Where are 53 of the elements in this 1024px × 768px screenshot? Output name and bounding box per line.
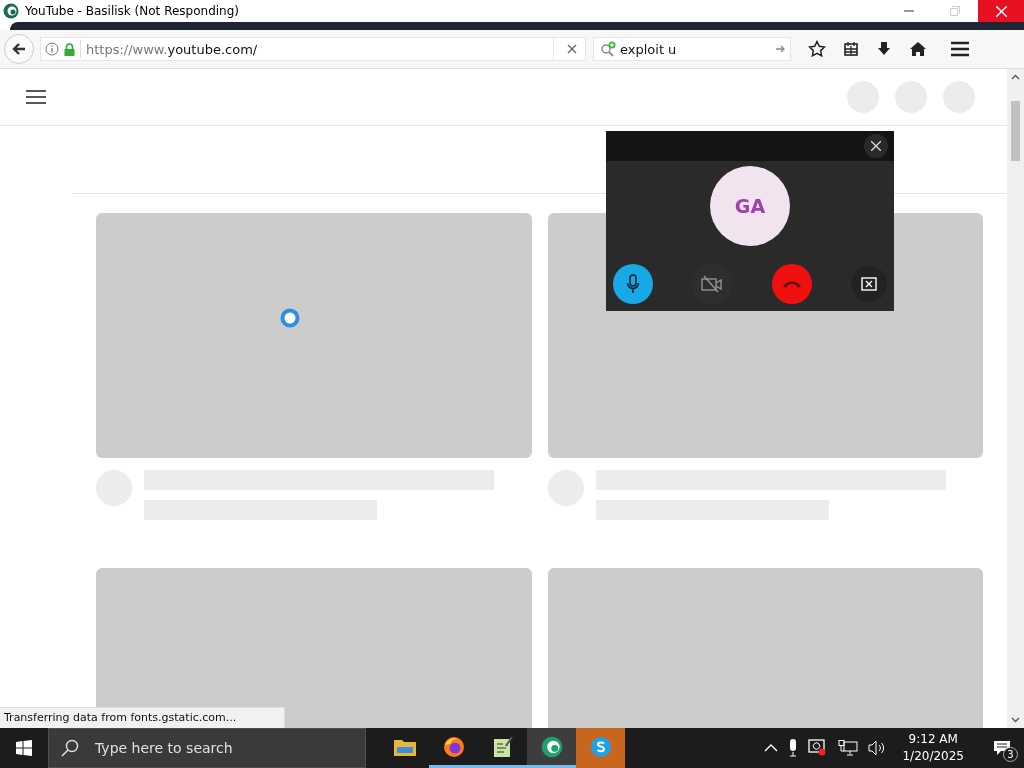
close-icon bbox=[995, 5, 1007, 17]
notepad-icon bbox=[492, 735, 513, 758]
taskbar-app-button[interactable] bbox=[527, 728, 576, 768]
close-icon bbox=[871, 141, 881, 151]
phone-icon bbox=[781, 279, 802, 289]
scroll-down-icon[interactable] bbox=[1011, 717, 1020, 723]
go-arrow-icon[interactable] bbox=[776, 44, 786, 54]
back-button[interactable] bbox=[4, 34, 34, 64]
network-icon[interactable] bbox=[838, 740, 859, 756]
lock-icon bbox=[64, 42, 75, 56]
search-field[interactable]: exploit u bbox=[593, 37, 791, 61]
browser-logo-icon bbox=[3, 3, 19, 19]
scrollbar[interactable] bbox=[1007, 69, 1024, 728]
chevron-up-icon[interactable] bbox=[764, 744, 779, 752]
search-add-icon bbox=[600, 41, 618, 57]
menu-icon[interactable] bbox=[951, 41, 969, 57]
microphone-button[interactable] bbox=[613, 264, 653, 304]
volume-icon[interactable] bbox=[868, 740, 887, 756]
search-text: exploit u bbox=[620, 41, 677, 57]
microphone-icon bbox=[626, 274, 640, 294]
camera-off-icon bbox=[701, 275, 724, 293]
hang-up-button[interactable] bbox=[771, 264, 812, 304]
bookmark-star-icon[interactable] bbox=[808, 40, 826, 58]
notifications-button[interactable]: 3 bbox=[980, 728, 1024, 768]
minimize-call-button[interactable] bbox=[851, 266, 887, 302]
restore-icon bbox=[950, 6, 960, 16]
scroll-thumb[interactable] bbox=[1011, 101, 1020, 161]
clock[interactable]: 9:12 AM 1/20/2025 bbox=[896, 731, 970, 765]
taskbar-search-field[interactable]: Type here to search bbox=[48, 728, 366, 768]
reader-icon[interactable] bbox=[843, 41, 859, 57]
scroll-up-icon[interactable] bbox=[1011, 74, 1020, 80]
loading-spinner-icon bbox=[280, 308, 300, 328]
download-icon[interactable] bbox=[876, 41, 892, 57]
windows-logo-icon bbox=[16, 740, 32, 756]
back-arrow-icon bbox=[11, 41, 27, 57]
folder-icon bbox=[393, 737, 416, 756]
url-text: https://www.youtube.com/ bbox=[86, 41, 258, 57]
search-icon bbox=[61, 739, 79, 757]
notification-count: 3 bbox=[1003, 747, 1018, 762]
window-title: YouTube - Basilisk (Not Responding) bbox=[25, 4, 239, 18]
info-icon bbox=[45, 42, 59, 56]
menu-icon[interactable] bbox=[26, 90, 46, 104]
fox-globe-icon bbox=[442, 735, 465, 758]
url-field[interactable]: https://www.youtube.com/ bbox=[40, 37, 586, 61]
skype-logo-icon bbox=[589, 735, 612, 758]
clear-icon[interactable] bbox=[567, 44, 577, 54]
close-box-icon bbox=[861, 277, 877, 291]
browser-logo-icon bbox=[540, 735, 563, 758]
status-text: Transferring data from fonts.gstatic.com... bbox=[0, 707, 285, 728]
contact-avatar: GA bbox=[710, 166, 790, 246]
close-button[interactable] bbox=[864, 134, 888, 158]
microphone-icon[interactable] bbox=[788, 739, 799, 757]
home-icon[interactable] bbox=[909, 41, 927, 57]
